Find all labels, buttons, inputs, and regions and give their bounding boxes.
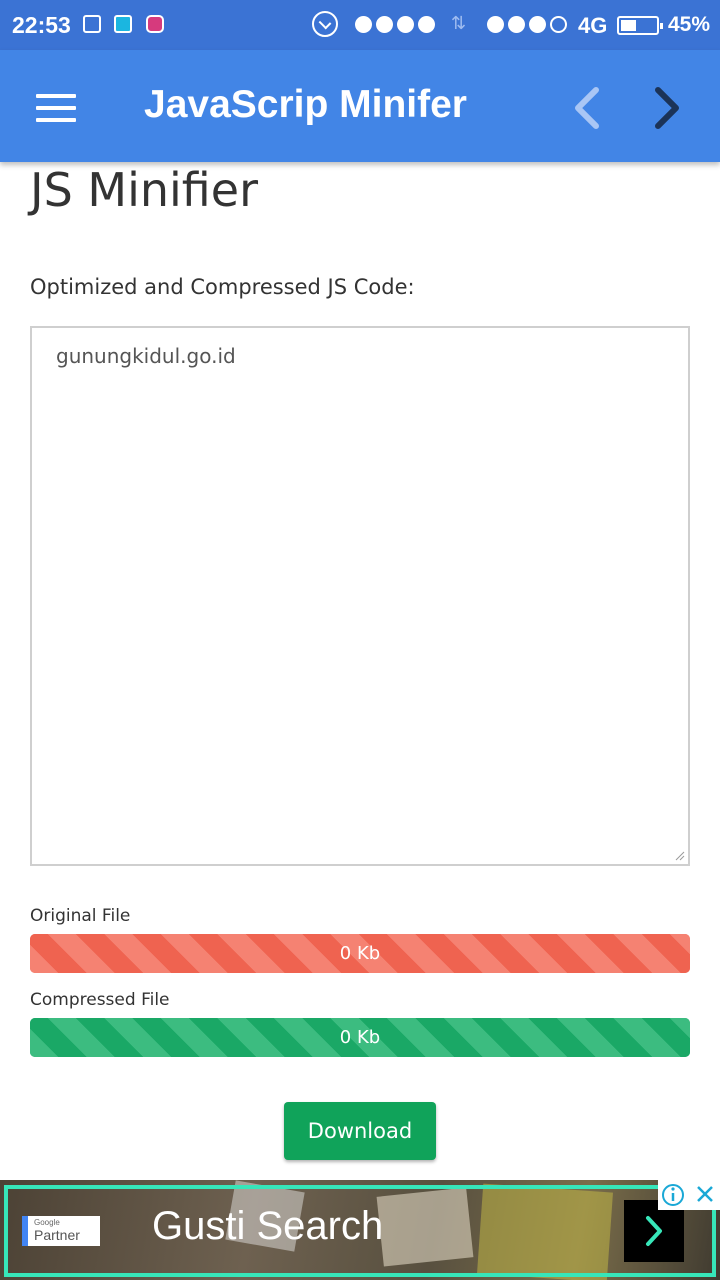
code-output-text: gunungkidul.go.id [56, 344, 236, 368]
original-file-label: Original File [30, 906, 131, 926]
close-icon[interactable] [697, 1186, 713, 1202]
page-title: JS Minifier [30, 163, 258, 217]
compressed-file-label: Compressed File [30, 990, 170, 1010]
original-file-progress: 0 Kb [30, 934, 690, 973]
code-output-textarea[interactable]: gunungkidul.go.id [30, 326, 690, 866]
instagram-icon [146, 15, 164, 33]
resize-grip-icon[interactable] [675, 851, 685, 861]
battery-percent: 45% [668, 13, 711, 36]
network-type: 4G [578, 13, 608, 38]
google-partner-small: Google [34, 1218, 60, 1227]
battery-icon [617, 16, 663, 35]
status-bar: 22:53 ⇅ 4G 45% [0, 0, 720, 50]
hamburger-menu-icon[interactable] [36, 94, 76, 122]
info-icon[interactable] [662, 1184, 684, 1206]
code-output-label: Optimized and Compressed JS Code: [30, 275, 415, 299]
signal-dots-icon [355, 16, 435, 33]
ad-banner[interactable]: Google Partner Gusti Search [0, 1180, 720, 1280]
chevron-left-icon[interactable] [566, 84, 610, 132]
chevron-right-icon[interactable] [646, 84, 690, 132]
app-bar: JavaScrip Minifer [0, 50, 720, 162]
signal-strength-icon [487, 16, 567, 33]
original-file-size: 0 Kb [339, 943, 381, 964]
compressed-file-size: 0 Kb [339, 1027, 381, 1048]
app-title: JavaScrip Minifer [144, 83, 467, 126]
alarm-icon [312, 11, 338, 37]
google-partner-badge: Google Partner [22, 1216, 100, 1246]
mi-icon [114, 15, 132, 33]
data-arrows-icon: ⇅ [451, 13, 467, 34]
download-button[interactable]: Download [284, 1102, 436, 1160]
compressed-file-progress: 0 Kb [30, 1018, 690, 1057]
ad-headline[interactable]: Gusti Search [152, 1204, 383, 1249]
status-time: 22:53 [12, 12, 71, 38]
google-partner-big: Partner [34, 1227, 80, 1243]
bbm-icon [83, 15, 101, 33]
ad-controls [658, 1180, 720, 1210]
